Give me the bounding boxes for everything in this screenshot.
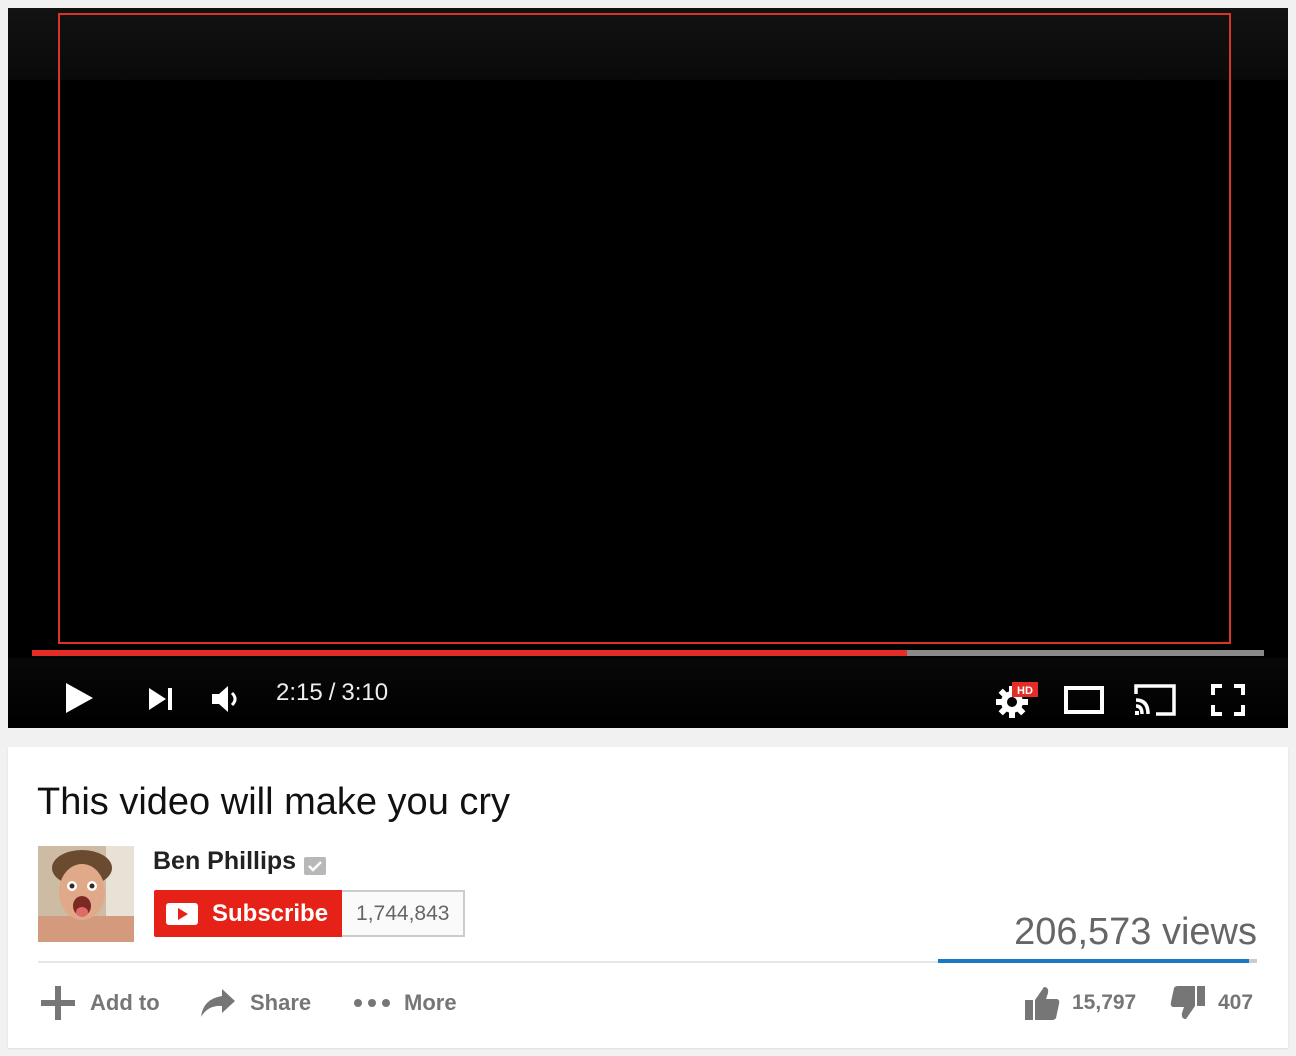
gear-icon[interactable]: HD bbox=[994, 682, 1042, 718]
more-label: More bbox=[404, 990, 457, 1015]
share-label: Share bbox=[250, 990, 312, 1015]
theater-mode-icon[interactable] bbox=[1064, 686, 1104, 714]
subscribe-button[interactable]: Subscribe bbox=[154, 890, 343, 937]
subscribe-label: Subscribe bbox=[212, 899, 329, 927]
play-icon[interactable] bbox=[64, 682, 94, 714]
player-controls: 2:15/3:10 HD bbox=[8, 658, 1288, 728]
fullscreen-icon[interactable] bbox=[1211, 684, 1245, 716]
thumbs-up-icon bbox=[1025, 987, 1060, 1020]
channel-name[interactable]: Ben Phillips bbox=[153, 845, 327, 877]
view-count: 206,573 views bbox=[1014, 911, 1257, 953]
video-title: This video will make you cry bbox=[37, 781, 511, 823]
more-button[interactable]: More bbox=[354, 983, 457, 1023]
video-info-panel: This video will make you cry Ben Phillip… bbox=[8, 747, 1288, 1048]
time-display: 2:15/3:10 bbox=[276, 678, 388, 708]
youtube-logo-icon bbox=[166, 902, 198, 925]
avatar[interactable] bbox=[38, 846, 134, 942]
volume-icon[interactable] bbox=[211, 684, 241, 714]
add-to-label: Add to bbox=[90, 990, 160, 1015]
like-count: 15,797 bbox=[1072, 991, 1137, 1014]
dislike-count: 407 bbox=[1218, 991, 1254, 1014]
video-frame-outline bbox=[58, 13, 1231, 644]
cast-icon[interactable] bbox=[1132, 682, 1178, 718]
more-dots-icon bbox=[354, 999, 390, 1007]
subscribe-group: Subscribe 1,744,843 bbox=[154, 890, 466, 937]
verified-badge-icon bbox=[304, 851, 327, 876]
share-button[interactable]: Share bbox=[200, 983, 311, 1023]
like-button[interactable]: 15,797 bbox=[1024, 983, 1136, 1023]
sentiment-bar bbox=[938, 959, 1257, 963]
sentiment-likes-fill bbox=[938, 959, 1250, 963]
share-arrow-icon bbox=[201, 989, 235, 1017]
thumbs-down-icon bbox=[1170, 986, 1205, 1019]
time-separator: / bbox=[328, 679, 336, 706]
progress-bar[interactable] bbox=[32, 650, 1264, 656]
add-to-button[interactable]: Add to bbox=[40, 983, 160, 1023]
plus-icon bbox=[41, 986, 75, 1020]
video-player[interactable]: 2:15/3:10 HD bbox=[8, 8, 1288, 728]
progress-played bbox=[32, 650, 907, 656]
current-time: 2:15 bbox=[276, 679, 323, 706]
duration: 3:10 bbox=[341, 679, 389, 706]
subscriber-count: 1,744,843 bbox=[342, 890, 466, 937]
hd-badge: HD bbox=[1017, 685, 1033, 697]
channel-name-text[interactable]: Ben Phillips bbox=[153, 847, 296, 875]
dislike-button[interactable]: 407 bbox=[1170, 983, 1253, 1023]
next-icon[interactable] bbox=[148, 687, 174, 711]
